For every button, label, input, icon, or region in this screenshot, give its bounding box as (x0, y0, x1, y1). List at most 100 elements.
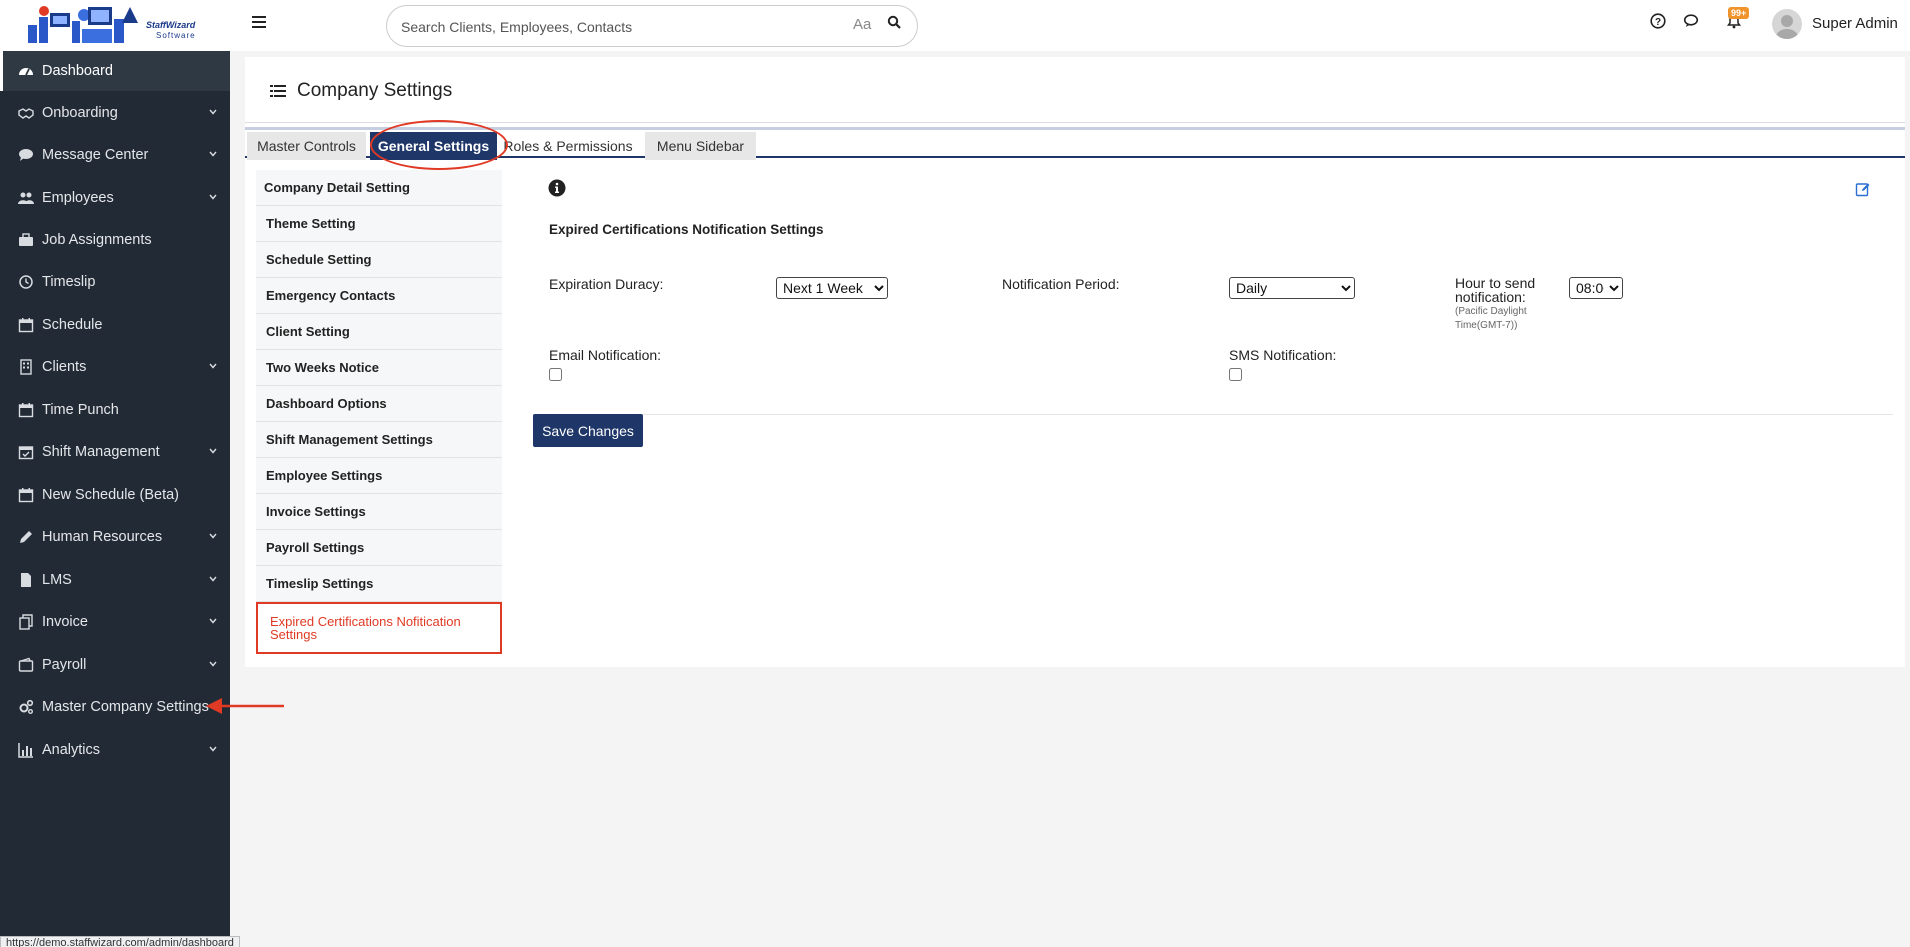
tab-roles-permissions[interactable]: Roles & Permissions (501, 132, 635, 160)
sidebar-item-label: LMS (42, 572, 72, 588)
nav-item-schedule[interactable]: Schedule Setting (256, 242, 502, 278)
info-icon[interactable] (548, 179, 566, 197)
sidebar-item-analytics[interactable]: Analytics (0, 730, 230, 770)
nav-item-shift-management[interactable]: Shift Management Settings (256, 422, 502, 458)
handshake-icon (18, 108, 34, 119)
sidebar-item-label: Onboarding (42, 105, 118, 121)
chevron-down-icon (209, 533, 217, 539)
search-icon[interactable] (887, 15, 909, 37)
page-title: Company Settings (297, 80, 453, 101)
menu-toggle-icon[interactable] (252, 14, 270, 30)
sidebar-item-label: Payroll (42, 657, 87, 673)
nav-item-payroll[interactable]: Payroll Settings (256, 530, 502, 566)
chevron-down-icon (209, 661, 217, 667)
chevron-down-icon (209, 618, 217, 624)
sidebar-item-label: Master Company Settings (42, 699, 209, 715)
nav-item-two-weeks-notice[interactable]: Two Weeks Notice (256, 350, 502, 386)
sidebar-item-label: Dashboard (42, 63, 113, 79)
chevron-down-icon (209, 109, 217, 115)
case-toggle[interactable]: Aa (853, 16, 871, 33)
nav-item-emergency-contacts[interactable]: Emergency Contacts (256, 278, 502, 314)
sidebar-item-new-schedule[interactable]: New Schedule (Beta) (0, 475, 230, 515)
logo-graphic (28, 6, 138, 43)
nav-item-employee[interactable]: Employee Settings (256, 458, 502, 494)
tab-menu-sidebar[interactable]: Menu Sidebar (645, 132, 756, 160)
sidebar-item-lms[interactable]: LMS (0, 560, 230, 600)
section-title: Expired Certifications Notification Sett… (549, 222, 824, 237)
staffwizard-logo[interactable]: StaffWizard Software (26, 3, 204, 47)
sidebar-item-payroll[interactable]: Payroll (0, 645, 230, 685)
sidebar-item-shift-management[interactable]: Shift Management (0, 432, 230, 472)
briefcase-icon (19, 233, 33, 246)
sidebar-item-label: Analytics (42, 742, 101, 758)
hour-select[interactable]: 08:00 (1569, 277, 1623, 299)
email-notification-checkbox[interactable] (549, 368, 562, 381)
sidebar-item-label: Clients (42, 359, 87, 375)
chevron-down-icon (209, 194, 217, 200)
sidebar-item-master-company-settings[interactable]: Master Company Settings (0, 687, 230, 727)
sidebar-item-label: New Schedule (Beta) (42, 487, 180, 503)
svg-text:?: ? (1655, 17, 1661, 28)
nav-item-company-detail[interactable]: Company Detail Setting (256, 170, 502, 206)
sidebar-item-dashboard[interactable]: Dashboard (0, 51, 230, 91)
nav-item-dashboard-options[interactable]: Dashboard Options (256, 386, 502, 422)
sidebar-item-onboarding[interactable]: Onboarding (0, 93, 230, 133)
calendar-check-icon (18, 446, 34, 460)
hour-label: Hour to send notification: (1455, 275, 1536, 305)
help-icon[interactable]: ? (1650, 13, 1672, 35)
sidebar-item-timeslip[interactable]: Timeslip (0, 262, 230, 302)
sidebar-item-time-punch[interactable]: Time Punch (0, 390, 230, 430)
sidebar-item-schedule[interactable]: Schedule (0, 305, 230, 345)
timezone-note: (Pacific Daylight Time(GMT-7)) (1455, 306, 1527, 331)
nav-item-theme[interactable]: Theme Setting (256, 206, 502, 242)
tab-general-settings[interactable]: General Settings (370, 132, 497, 160)
expiration-label: Expiration Duracy: (549, 276, 664, 292)
file-icon (21, 573, 31, 587)
list-icon (270, 85, 286, 97)
edit-icon[interactable] (1855, 181, 1871, 197)
sidebar-item-employees[interactable]: Employees (0, 178, 230, 218)
settings-tabs: Master Controls General Settings Roles &… (245, 127, 1905, 160)
calendar-icon (18, 488, 34, 503)
sidebar-item-human-resources[interactable]: Human Resources (0, 517, 230, 557)
logo-subtitle: Software (156, 31, 196, 40)
user-avatar[interactable] (1772, 9, 1802, 39)
sidebar-item-label: Message Center (42, 147, 149, 163)
calendar-icon (18, 403, 34, 418)
status-bar-url: https://demo.staffwizard.com/admin/dashb… (0, 936, 240, 947)
dashboard-icon (19, 68, 33, 76)
sms-notification-checkbox[interactable] (1229, 368, 1242, 381)
nav-item-timeslip[interactable]: Timeslip Settings (256, 566, 502, 602)
search-input[interactable] (401, 16, 821, 38)
messages-icon[interactable] (1683, 13, 1705, 35)
bar-chart-icon (18, 743, 33, 758)
title-divider (245, 122, 1905, 123)
sidebar-item-label: Job Assignments (42, 232, 152, 248)
form-divider (533, 414, 1893, 415)
sms-notification-label: SMS Notification: (1229, 347, 1337, 363)
user-name[interactable]: Super Admin (1812, 15, 1898, 32)
notification-period-select[interactable]: Daily (1229, 277, 1355, 299)
sidebar-item-invoice[interactable]: Invoice (0, 602, 230, 642)
nav-item-client[interactable]: Client Setting (256, 314, 502, 350)
calendar-icon (18, 318, 34, 333)
expiration-select[interactable]: Next 1 Week (776, 277, 888, 299)
sidebar-item-label: Timeslip (42, 274, 96, 290)
chevron-down-icon (209, 448, 217, 454)
sidebar-item-job-assignments[interactable]: Job Assignments (0, 220, 230, 260)
tab-master-controls[interactable]: Master Controls (247, 132, 366, 160)
sidebar-item-label: Human Resources (42, 529, 163, 545)
notification-period-label: Notification Period: (1002, 276, 1120, 292)
sidebar-item-label: Schedule (42, 317, 103, 333)
sidebar-item-message-center[interactable]: Message Center (0, 135, 230, 175)
sidebar-item-label: Time Punch (42, 402, 119, 418)
global-search: Aa (386, 5, 918, 47)
save-changes-button[interactable]: Save Changes (533, 414, 643, 447)
pencil-icon (20, 531, 32, 543)
sidebar-item-label: Shift Management (42, 444, 160, 460)
nav-item-expired-certifications[interactable]: Expired Certifications Nofitication Sett… (256, 602, 502, 654)
nav-item-invoice[interactable]: Invoice Settings (256, 494, 502, 530)
sidebar-item-label: Invoice (42, 614, 88, 630)
sidebar-item-clients[interactable]: Clients (0, 347, 230, 387)
email-notification-label: Email Notification: (549, 347, 662, 363)
